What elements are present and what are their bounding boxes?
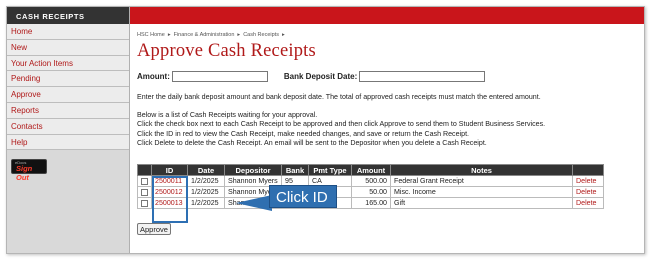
row-checkbox[interactable] [141,188,148,196]
amount-input[interactable] [171,71,268,82]
breadcrumb-separator: ▸ [237,32,241,38]
col-header-bank: Bank [281,164,309,176]
instruction-text: Enter the daily bank deposit amount and … [137,93,541,101]
main-content: HSC Home ▸ Finance & Administration ▸ Cash R… [137,29,642,149]
col-header-date: Date [187,164,225,176]
amount-label: Amount: [137,72,170,81]
cash-receipts-table: ID Date Depositor Bank Pmt Type Amount N… [137,164,604,209]
deposit-date-label: Bank Deposit Date: [283,72,358,81]
breadcrumb-finance[interactable]: Finance & Administration [174,32,235,38]
row-select-cell [137,197,152,209]
table-row: 2500013 1/2/2025 Shannon Myers 95 CA 165… [137,197,604,209]
sidebar-header: CASH RECEIPTS [7,7,129,24]
col-header-pmt-type: Pmt Type [308,164,352,176]
deposit-date-input[interactable] [359,71,486,82]
row-select-cell [137,186,152,198]
col-header-amount: Amount [351,164,391,176]
sidebar-item-new[interactable]: New [7,39,129,56]
sidebar-item-help[interactable]: Help [7,134,129,151]
sidebar-item-action-items[interactable]: Your Action Items [7,55,129,72]
sidebar: CASH RECEIPTS Home New Your Action Items… [7,7,130,253]
sidebar-item-approve[interactable]: Approve [7,87,129,103]
sign-out-button[interactable]: eDocs Sign Out [11,159,47,182]
approve-button[interactable]: Approve [137,223,171,235]
breadcrumb-cash-receipts[interactable]: Cash Receipts [243,32,279,38]
row-checkbox[interactable] [141,177,148,185]
col-header-notes: Notes [390,164,573,176]
instruction-line: Click the check box next to each Cash Re… [137,120,546,128]
top-banner [130,7,644,24]
sidebar-item-pending[interactable]: Pending [7,71,129,88]
sidebar-item-reports[interactable]: Reports [7,102,129,119]
breadcrumb-home[interactable]: HSC Home [137,32,165,38]
receipt-amount: 165.00 [351,197,391,209]
receipt-date: 1/2/2025 [187,197,225,209]
instruction-list: Below is a list of Cash Receipts waiting… [137,111,642,149]
receipt-notes: Federal Grant Receipt [390,175,573,187]
instruction-line: Below is a list of Cash Receipts waiting… [137,110,318,119]
receipt-amount: 500.00 [351,175,391,187]
table-row: 2500012 1/2/2025 Shannon Myers 95 CA 50.… [137,186,604,198]
receipt-notes: Misc. Income [390,186,573,198]
page-title: Approve Cash Receipts [137,41,316,61]
col-header-depositor: Depositor [224,164,282,176]
click-id-callout: Click ID [269,185,337,208]
id-column-highlight [152,176,188,223]
col-header-id: ID [151,164,188,176]
sidebar-item-home[interactable]: Home [7,24,129,40]
col-header-actions [572,164,604,176]
instruction-line: Click Delete to delete the Cash Receipt.… [137,139,487,147]
col-header-select [137,164,152,176]
table-row: 2500011 1/2/2025 Shannon Myers 95 CA 500… [137,175,604,187]
delete-link[interactable]: Delete [576,188,597,196]
app-window: CASH RECEIPTS Home New Your Action Items… [6,6,645,254]
delete-link[interactable]: Delete [576,177,597,185]
delete-link[interactable]: Delete [576,199,597,207]
instruction-line: Click the ID in red to view the Cash Rec… [137,129,470,138]
filter-row: Amount: Bank Deposit Date: [137,71,642,82]
table-header-row: ID Date Depositor Bank Pmt Type Amount N… [137,164,604,176]
breadcrumb-separator: ▸ [281,32,285,38]
sidebar-item-contacts[interactable]: Contacts [7,118,129,135]
breadcrumb-separator: ▸ [167,32,171,38]
receipt-amount: 50.00 [351,186,391,198]
row-checkbox[interactable] [141,199,148,207]
callout-arrow-icon [236,195,272,211]
signout-label: Sign Out [16,164,33,183]
receipt-notes: Gift [390,197,573,209]
receipt-date: 1/2/2025 [187,175,225,187]
row-select-cell [137,175,152,187]
breadcrumb: HSC Home ▸ Finance & Administration ▸ Cash R… [137,32,642,38]
receipt-date: 1/2/2025 [187,186,225,198]
